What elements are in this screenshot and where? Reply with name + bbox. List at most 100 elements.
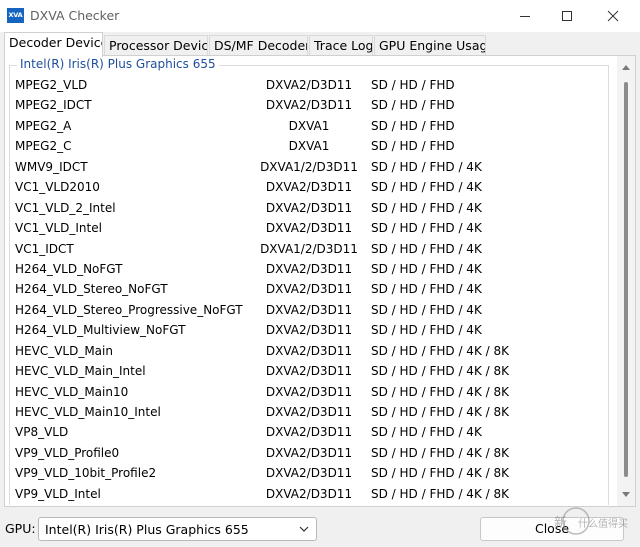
decoder-api: DXVA2/D3D11 (265, 302, 353, 317)
decoder-api: DXVA2/D3D11 (265, 445, 353, 460)
decoder-name: VC1_IDCT (15, 241, 74, 256)
svg-text:什么值得买: 什么值得买 (578, 517, 628, 530)
decoder-resolutions: SD / HD / FHD / 4K (371, 180, 482, 195)
decoder-resolutions: SD / HD / FHD / 4K / 8K (371, 405, 509, 419)
decoder-api: DXVA2/D3D11 (265, 405, 353, 419)
decoder-list[interactable]: MPEG2_VLD DXVA2/D3D11 SD / HD / FHD MPEG2_I… (11, 76, 611, 506)
vertical-scrollbar[interactable] (617, 56, 635, 506)
window-title: DXVA Checker (30, 8, 120, 23)
decoder-api: DXVA2/D3D11 (265, 466, 353, 481)
list-item[interactable]: HEVC_VLD_Main_Intel DXVA2/D3D11 SD / HD / … (11, 362, 611, 382)
decoder-name: VP8_VLD (15, 425, 69, 440)
list-item[interactable]: WMV9_IDCT DXVA1/2/D3D11 SD / HD / FHD / 4K (11, 158, 611, 178)
tab-trace-log[interactable]: Trace Log (309, 35, 373, 56)
decoder-resolutions: SD / HD / FHD / 4K (371, 302, 482, 317)
decoder-name: MPEG2_IDCT (15, 98, 92, 113)
list-item[interactable]: VC1_VLD_2_Intel DXVA2/D3D11 SD / HD / FHD … (11, 199, 611, 219)
svg-text:新: 新 (554, 515, 567, 531)
scroll-thumb[interactable] (624, 82, 628, 477)
decoder-name: VP9_VLD_Intel (15, 486, 101, 501)
list-item[interactable]: H264_VLD_NoFGT DXVA2/D3D11 SD / HD / FHD /… (11, 260, 611, 280)
tab-gpu-engine-usage[interactable]: GPU Engine Usage (374, 35, 486, 56)
list-item[interactable]: VP9_VLD_Intel DXVA2/D3D11 SD / HD / FHD / … (11, 485, 611, 505)
list-item[interactable]: VC1_VLD_Intel DXVA2/D3D11 SD / HD / FHD / … (11, 219, 611, 239)
decoder-name: MPEG2_C (15, 139, 72, 154)
list-item[interactable]: VP9_VLD_Profile0 DXVA2/D3D11 SD / HD / FHD… (11, 444, 611, 464)
decoder-api: DXVA1/2/D3D11 (260, 159, 358, 174)
decoder-panel: Intel(R) Iris(R) Plus Graphics 655 MPEG2… (4, 55, 636, 507)
tab-processor-device[interactable]: Processor Device (104, 35, 208, 56)
list-item[interactable]: MPEG2_VLD DXVA2/D3D11 SD / HD / FHD (11, 76, 611, 96)
decoder-name: MPEG2_A (15, 118, 72, 133)
decoder-api: DXVA2/D3D11 (265, 98, 353, 113)
decoder-resolutions: SD / HD / FHD (371, 98, 455, 113)
watermark-logo: 新 什么值得买 (554, 507, 628, 535)
decoder-resolutions: SD / HD / FHD / 4K (371, 200, 482, 215)
decoder-api: DXVA2/D3D11 (265, 261, 353, 276)
decoder-api: DXVA2/D3D11 (265, 78, 353, 92)
decoder-api: DXVA2/D3D11 (265, 200, 353, 215)
decoder-name: H264_VLD_NoFGT (15, 261, 123, 276)
close-icon (607, 10, 619, 22)
decoder-resolutions: SD / HD / FHD / 4K / 8K (371, 343, 509, 358)
decoder-name: VC1_VLD_2_Intel (15, 200, 116, 215)
decoder-api: DXVA2/D3D11 (265, 486, 353, 501)
decoder-name: VC1_VLD2010 (15, 180, 100, 195)
list-item[interactable]: VP8_VLD DXVA2/D3D11 SD / HD / FHD / 4K (11, 423, 611, 443)
list-item[interactable]: H264_VLD_Stereo_NoFGT DXVA2/D3D11 SD / HD … (11, 280, 611, 300)
decoder-name: VP9_VLD_10bit_Profile2 (15, 466, 157, 481)
decoder-name: H264_VLD_Stereo_Progressive_NoFGT (15, 302, 243, 317)
maximize-button[interactable] (544, 0, 590, 32)
scroll-down-icon[interactable] (622, 492, 630, 497)
decoder-name: HEVC_VLD_Main_Intel (15, 364, 146, 379)
decoder-resolutions: SD / HD / FHD / 4K / 8K (371, 466, 509, 481)
decoder-api: DXVA2/D3D11 (265, 364, 353, 379)
decoder-name: H264_VLD_Stereo_NoFGT (15, 282, 168, 297)
tab-ds-mf-decoder[interactable]: DS/MF Decoder (209, 35, 308, 56)
list-item[interactable]: HEVC_VLD_Main10 DXVA2/D3D11 SD / HD / FHD … (11, 383, 611, 403)
scroll-up-icon[interactable] (622, 65, 630, 70)
decoder-api: DXVA1 (288, 118, 330, 133)
list-item[interactable]: HEVC_VLD_Main DXVA2/D3D11 SD / HD / FHD / … (11, 342, 611, 362)
tab-bar: Decoder Device Processor Device DS/MF De… (0, 32, 640, 57)
decoder-api: DXVA2/D3D11 (265, 384, 353, 399)
decoder-resolutions: SD / HD / FHD / 4K / 8K (371, 364, 509, 379)
gpu-select-value: Intel(R) Iris(R) Plus Graphics 655 (45, 522, 249, 537)
decoder-api: DXVA2/D3D11 (265, 425, 353, 440)
maximize-icon (562, 11, 572, 21)
decoder-resolutions: SD / HD / FHD / 4K / 8K (371, 384, 509, 399)
list-item[interactable]: VC1_IDCT DXVA1/2/D3D11 SD / HD / FHD / 4K (11, 240, 611, 260)
gpu-select[interactable]: Intel(R) Iris(R) Plus Graphics 655 (38, 517, 317, 541)
decoder-api: DXVA2/D3D11 (265, 343, 353, 358)
tab-decoder-device[interactable]: Decoder Device (4, 32, 103, 57)
list-item[interactable]: VP9_VLD_10bit_Profile2 DXVA2/D3D11 SD / HD… (11, 464, 611, 484)
decoder-api: DXVA2/D3D11 (265, 323, 353, 338)
list-item[interactable]: MPEG2_C DXVA1 SD / HD / FHD (11, 137, 611, 157)
app-icon: XVA (7, 8, 24, 23)
minimize-button[interactable] (502, 0, 548, 32)
decoder-resolutions: SD / HD / FHD / 4K (371, 241, 482, 256)
list-item[interactable]: MPEG2_IDCT DXVA2/D3D11 SD / HD / FHD (11, 96, 611, 116)
decoder-api: DXVA2/D3D11 (265, 282, 353, 297)
list-item[interactable]: MPEG2_A DXVA1 SD / HD / FHD (11, 117, 611, 137)
decoder-resolutions: SD / HD / FHD (371, 139, 455, 154)
decoder-name: VP9_VLD_Profile0 (15, 445, 120, 460)
list-item[interactable]: H264_VLD_Stereo_Progressive_NoFGT DXVA2/D… (11, 301, 611, 321)
decoder-resolutions: SD / HD / FHD (371, 118, 455, 133)
decoder-name: HEVC_VLD_Main (15, 343, 113, 358)
decoder-api: DXVA2/D3D11 (265, 180, 353, 195)
decoder-name: HEVC_VLD_Main10_Intel (15, 405, 161, 419)
decoder-name: WMV9_IDCT (15, 159, 88, 174)
decoder-resolutions: SD / HD / FHD (371, 78, 455, 92)
close-window-button[interactable] (590, 0, 636, 32)
decoder-resolutions: SD / HD / FHD / 4K / 8K (371, 445, 509, 460)
decoder-name: HEVC_VLD_Main10 (15, 384, 129, 399)
group-title: Intel(R) Iris(R) Plus Graphics 655 (17, 57, 219, 71)
list-item[interactable]: VC1_VLD2010 DXVA2/D3D11 SD / HD / FHD / 4K (11, 178, 611, 198)
list-item[interactable]: HEVC_VLD_Main10_Intel DXVA2/D3D11 SD / HD … (11, 403, 611, 423)
decoder-api: DXVA1 (288, 139, 330, 154)
gpu-label: GPU: (5, 521, 36, 536)
decoder-resolutions: SD / HD / FHD / 4K (371, 282, 482, 297)
decoder-api: DXVA2/D3D11 (265, 221, 353, 236)
list-item[interactable]: H264_VLD_Multiview_NoFGT DXVA2/D3D11 SD / … (11, 321, 611, 341)
